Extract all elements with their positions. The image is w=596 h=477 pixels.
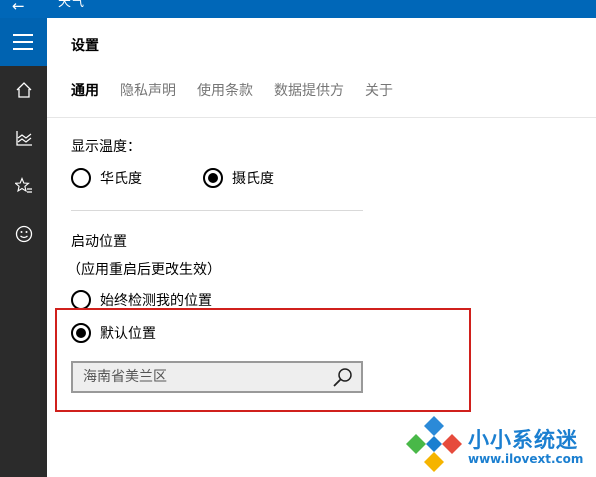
settings-tabs: 通用 隐私声明 使用条款 数据提供方 关于 — [71, 82, 414, 100]
tab-divider — [47, 117, 596, 118]
fahrenheit-label: 华氏度 — [100, 171, 142, 187]
watermark-logo-icon — [406, 416, 462, 472]
section-divider — [71, 210, 363, 211]
home-icon[interactable] — [0, 70, 47, 110]
celsius-label: 摄氏度 — [232, 171, 274, 187]
title-bar: ← 天气 — [0, 0, 596, 18]
celsius-radio[interactable]: 摄氏度 — [203, 168, 274, 188]
detect-location-label: 始终检测我的位置 — [100, 293, 212, 309]
window-title: 天气 — [58, 0, 85, 10]
watermark: 小小系统迷 www.ilovext.com — [402, 412, 596, 477]
hamburger-icon[interactable] — [0, 18, 47, 66]
startup-location-label: 启动位置 — [71, 234, 127, 250]
restart-note: （应用重启后更改生效） — [67, 262, 221, 278]
tab-privacy[interactable]: 隐私声明 — [120, 82, 176, 100]
radio-circle-selected — [203, 168, 223, 188]
watermark-brand: 小小系统迷 — [468, 428, 578, 452]
radio-circle — [71, 290, 91, 310]
watermark-url: www.ilovext.com — [468, 452, 584, 466]
temperature-label: 显示温度： — [71, 139, 141, 155]
tab-terms[interactable]: 使用条款 — [197, 82, 253, 100]
page-title: 设置 — [71, 38, 99, 54]
detect-location-radio[interactable]: 始终检测我的位置 — [71, 290, 212, 310]
radio-circle — [71, 168, 91, 188]
nav-rail — [0, 18, 47, 477]
tab-general[interactable]: 通用 — [71, 82, 99, 100]
tab-about[interactable]: 关于 — [365, 82, 393, 100]
highlight-box — [55, 308, 471, 412]
fahrenheit-radio[interactable]: 华氏度 — [71, 168, 142, 188]
tab-data-providers[interactable]: 数据提供方 — [274, 82, 344, 100]
star-list-icon[interactable] — [0, 166, 47, 206]
back-button[interactable]: ← — [12, 0, 25, 15]
smiley-icon[interactable] — [0, 214, 47, 254]
chart-icon[interactable] — [0, 118, 47, 158]
